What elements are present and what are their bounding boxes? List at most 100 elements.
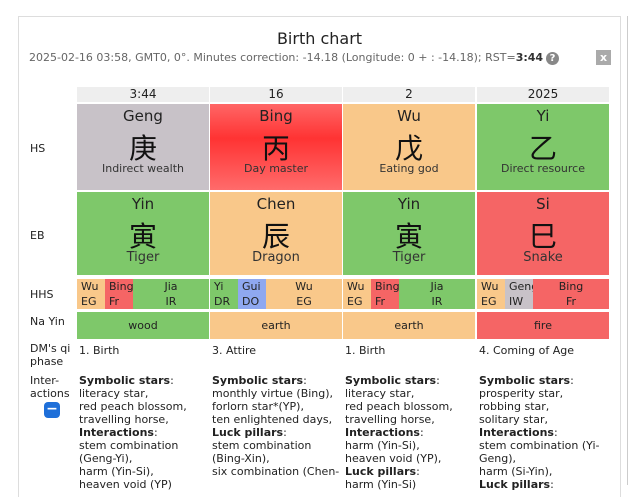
row-label-hs: HS xyxy=(30,142,46,155)
interactions-heading: Symbolic stars xyxy=(479,374,571,387)
hidden-stem-god: DR xyxy=(214,295,231,308)
branch-animal: Dragon xyxy=(252,250,300,265)
earthly-branch-cell: Si 巳 Snake xyxy=(477,192,609,275)
interactions-line: Luck pillars: xyxy=(212,426,340,439)
hidden-stem-name: Wu xyxy=(481,280,499,293)
hidden-stem-cell: Wu EG xyxy=(77,279,105,309)
hidden-stem-god: EG xyxy=(481,295,497,308)
qi-phase-value: 3. Attire xyxy=(212,344,257,357)
branch-pinyin: Chen xyxy=(256,195,296,213)
hidden-stem-god: DO xyxy=(242,295,260,308)
interactions-item: travelling horse, xyxy=(345,413,435,426)
interactions-heading: Interactions xyxy=(479,426,554,439)
interactions-item: travelling horse, xyxy=(79,413,169,426)
heavenly-stem-cell: Bing 丙 Day master xyxy=(210,104,342,190)
stem-glyph: 庚 xyxy=(128,132,157,165)
na-yin-cell: fire xyxy=(477,312,609,339)
hidden-stem-cell: Gui DO xyxy=(238,279,266,309)
close-button[interactable]: x xyxy=(596,50,611,65)
hidden-stem-name: Wu xyxy=(81,280,99,293)
hidden-stem-god: IR xyxy=(431,295,443,308)
interactions-line: Geng), xyxy=(479,452,607,465)
interactions-heading: Symbolic stars xyxy=(212,374,304,387)
interactions-item: stem combination xyxy=(212,439,312,452)
heading-colon: : xyxy=(570,374,574,387)
hidden-stem-god: EG xyxy=(81,295,97,308)
qi-phase-value: 4. Coming of Age xyxy=(479,344,574,357)
hidden-stem-cell: Bing Fr xyxy=(533,279,609,309)
branch-animal: Tiger xyxy=(126,250,160,265)
interactions-line: literacy star, xyxy=(79,387,207,400)
interactions-line: travelling horse, xyxy=(79,413,207,426)
interactions-line: harm (Si-Yin), xyxy=(479,465,607,478)
hidden-stem-god: Fr xyxy=(109,295,120,308)
stem-pinyin: Yi xyxy=(536,107,550,125)
interactions-line: stem combination xyxy=(212,439,340,452)
interactions-item: literacy star, xyxy=(345,387,415,400)
earthly-branch-cell: Yin 寅 Tiger xyxy=(343,192,475,275)
stem-pinyin: Geng xyxy=(123,107,163,125)
hidden-stem-name: Bing xyxy=(109,280,134,293)
branch-animal: Tiger xyxy=(392,250,426,265)
hidden-stem-name: Bing xyxy=(375,280,400,293)
hidden-stem-cell: Wu EG xyxy=(343,279,371,309)
interactions-heading: Luck pillars xyxy=(212,426,284,439)
interactions-item: robbing star, xyxy=(479,400,550,413)
qi-phase-value: 1. Birth xyxy=(79,344,120,357)
interactions-line: Interactions: xyxy=(479,426,607,439)
row-label-na-yin: Na Yin xyxy=(30,315,65,328)
chart-subtitle: 2025-02-16 03:58, GMT0, 0°. Minutes corr… xyxy=(29,51,560,65)
interactions-line: stem combination xyxy=(79,439,207,452)
interactions-line: travelling horse, xyxy=(345,413,473,426)
hidden-stem-cell: Wu EG xyxy=(477,279,505,309)
interactions-item: harm (Si-Yin), xyxy=(479,465,553,478)
interactions-line: forlorn star*(YP), xyxy=(212,400,340,413)
interactions-line: red peach blossom, xyxy=(79,400,207,413)
rst-value: 3:44 xyxy=(515,51,544,64)
interactions-line: six combination (Chen- xyxy=(212,465,340,478)
hidden-stem-name: Bing xyxy=(558,280,584,293)
pillar-header: 3:44 xyxy=(77,87,209,102)
hidden-stem-name: Wu xyxy=(347,280,365,293)
row-label-qi-phase: DM's qi phase xyxy=(30,342,70,368)
heading-colon: : xyxy=(303,374,307,387)
branch-glyph: 寅 xyxy=(128,220,157,253)
hidden-stem-god: Fr xyxy=(565,295,577,308)
interactions-item: stem combination (Yi- xyxy=(479,439,600,452)
help-icon[interactable]: ? xyxy=(546,51,560,65)
hidden-stem-name: Jia xyxy=(164,280,178,293)
collapse-toggle-button[interactable]: − xyxy=(44,402,60,418)
interactions-item: forlorn star*(YP), xyxy=(212,400,304,413)
interactions-line: robbing star, xyxy=(479,400,607,413)
interactions-heading: Symbolic stars xyxy=(345,374,437,387)
pillar-header: 16 xyxy=(210,87,342,102)
interactions-item: Geng), xyxy=(479,452,517,465)
earthly-branch-cell: Yin 寅 Tiger xyxy=(77,192,209,275)
interactions-item: literacy star, xyxy=(79,387,149,400)
interactions-line: Symbolic stars: xyxy=(345,374,473,387)
branch-animal: Snake xyxy=(523,250,563,265)
stem-pinyin: Bing xyxy=(259,107,293,125)
hidden-stem-cell: Yi DR xyxy=(210,279,238,309)
interactions-heading: Luck pillars xyxy=(345,465,417,478)
heading-colon: : xyxy=(416,465,420,478)
heavenly-stem-cell: Wu 戊 Eating god xyxy=(343,104,475,190)
ten-god-role: Day master xyxy=(243,162,308,175)
interactions-line: Symbolic stars: xyxy=(479,374,607,387)
qi-phase-value: 1. Birth xyxy=(345,344,386,357)
hidden-stem-name: Wu xyxy=(295,280,313,293)
interactions-text: Symbolic stars: literacy star, red peach b… xyxy=(345,374,473,491)
interactions-line: Symbolic stars: xyxy=(79,374,207,387)
interactions-item: harm (Yin-Si), xyxy=(79,465,154,478)
interactions-line: stem combination (Yi- xyxy=(479,439,607,452)
interactions-item: harm (Yin-Si), xyxy=(345,439,420,452)
earthly-branch-cell: Chen 辰 Dragon xyxy=(210,192,342,275)
heading-colon: : xyxy=(419,426,424,439)
hidden-stem-god: EG xyxy=(347,295,363,308)
interactions-item: ten enlightened days, xyxy=(212,413,333,426)
interactions-heading: Interactions xyxy=(345,426,420,439)
branch-glyph: 巳 xyxy=(528,220,557,253)
interactions-text: Symbolic stars: prosperity star, robbing s… xyxy=(479,374,607,491)
interactions-line: (Bing-Xin), xyxy=(212,452,340,465)
top-edge xyxy=(0,0,635,10)
